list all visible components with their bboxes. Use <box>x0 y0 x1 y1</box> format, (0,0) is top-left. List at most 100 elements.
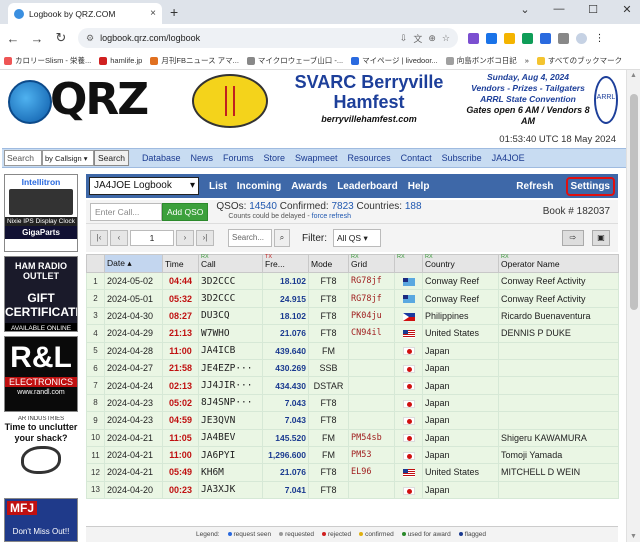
bookmark-item[interactable]: マイページ | livedoor... <box>351 55 438 66</box>
bookmark-item[interactable]: 向島ボンボコ日記 <box>445 55 517 66</box>
site-search-input[interactable]: Search <box>4 150 42 166</box>
bookmark-item[interactable]: マイクロウェーブ山口 -... <box>246 55 343 66</box>
back-icon[interactable]: ← <box>6 31 20 46</box>
table-row[interactable]: 8 2024-04-23 05:02 8J4SNP··· 7.043 FT8 Japan <box>86 393 619 413</box>
table-row[interactable]: 6 2024-04-27 21:58 JE4EZP··· 430.269 SSB Japan <box>86 358 619 378</box>
extension-icon[interactable] <box>468 32 479 44</box>
call-cell[interactable]: JE4EZP··· <box>198 358 263 378</box>
tab-awards[interactable]: Awards <box>291 181 327 192</box>
table-row[interactable]: 1 2024-05-02 04:44 3D2CCC 18.102 FT8 RG78jf Con… <box>86 271 619 291</box>
col-country[interactable]: RX Country <box>422 254 499 273</box>
next-page-icon[interactable]: › <box>176 230 194 246</box>
extension-icon[interactable] <box>540 32 551 44</box>
search-type-select[interactable]: by Callsign ▾ <box>42 150 94 166</box>
bookmark-star-icon[interactable]: ☆ <box>442 33 450 44</box>
nav-resources[interactable]: Resources <box>343 153 396 163</box>
page-number-input[interactable]: 1 <box>130 230 174 246</box>
nav-database[interactable]: Database <box>137 153 186 163</box>
table-row[interactable]: 12 2024-04-21 05:49 KH6M 21.076 FT8 EL96 United… <box>86 463 619 482</box>
confirmed-count[interactable]: 7823 <box>331 201 353 212</box>
bookmark-item[interactable]: カロリーSlism - 栄養... <box>4 55 91 66</box>
call-cell[interactable]: JA4BEV <box>198 428 263 447</box>
ad-intellitron[interactable]: Intellitron Nixie IPS Display Clock Giga… <box>4 174 78 252</box>
bookmark-item[interactable]: hamlife.jp <box>99 56 142 65</box>
call-cell[interactable]: 3D2CCC <box>198 289 263 308</box>
refresh-button[interactable]: Refresh <box>516 181 553 192</box>
call-cell[interactable]: DU3CQ <box>198 306 263 326</box>
logbook-search-input[interactable]: Search... <box>228 229 272 247</box>
nav-news[interactable]: News <box>185 153 218 163</box>
force-refresh-link[interactable]: force refresh <box>312 213 351 220</box>
ad-mfj[interactable]: MFJ Don't Miss Out!! <box>4 498 78 542</box>
enter-call-input[interactable]: Enter Call... <box>90 202 162 221</box>
table-row[interactable]: 13 2024-04-20 00:23 JA3XJK 7.041 FT8 Japan <box>86 480 619 500</box>
tab-leaderboard[interactable]: Leaderboard <box>337 181 398 192</box>
col-grid[interactable]: RX Grid <box>348 254 395 273</box>
table-row[interactable]: 4 2024-04-29 21:13 W7WHO 21.076 FT8 CN94il Unit… <box>86 324 619 343</box>
tab-list[interactable]: List <box>209 181 227 192</box>
minimize-icon[interactable]: — <box>552 3 566 16</box>
qso-count[interactable]: 14540 <box>249 201 277 212</box>
settings-button[interactable]: Settings <box>565 176 615 196</box>
new-tab-icon[interactable]: + <box>170 4 178 20</box>
save-icon[interactable]: ▣ <box>592 230 610 246</box>
nav-forums[interactable]: Forums <box>218 153 259 163</box>
col-operator[interactable]: RX Operator Name <box>498 254 619 273</box>
col-select[interactable] <box>86 254 105 273</box>
export-icon[interactable]: ⇨ <box>562 230 584 246</box>
bookmarks-overflow[interactable]: » <box>525 56 529 65</box>
scroll-down-icon[interactable]: ▼ <box>630 533 637 540</box>
all-bookmarks[interactable]: すべてのブックマーク <box>536 55 622 66</box>
forward-icon[interactable]: → <box>30 31 44 46</box>
bookmark-item[interactable]: 月刊FBニュース アマ... <box>150 55 239 66</box>
call-cell[interactable]: JJ4JIR··· <box>198 376 263 395</box>
table-row[interactable]: 5 2024-04-28 11:00 JA4ICB 439.640 FM Japan <box>86 341 619 360</box>
col-freq[interactable]: TX Fre... <box>262 254 309 273</box>
scroll-up-icon[interactable]: ▲ <box>630 72 637 79</box>
call-cell[interactable]: JE3QVN <box>198 411 263 430</box>
col-time[interactable]: Time <box>162 254 199 273</box>
table-row[interactable]: 9 2024-04-23 04:59 JE3QVN 7.043 FT8 Japan <box>86 411 619 430</box>
tab-incoming[interactable]: Incoming <box>237 181 281 192</box>
nav-contact[interactable]: Contact <box>396 153 437 163</box>
table-row[interactable]: 11 2024-04-21 11:00 JA6PYI 1,296.600 FM PM53 Ja… <box>86 445 619 465</box>
install-icon[interactable]: ⇩ <box>400 33 408 44</box>
site-search-button[interactable]: Search <box>94 150 129 166</box>
call-cell[interactable]: 3D2CCC <box>198 271 263 291</box>
filter-select[interactable]: All QS ▾ <box>333 229 381 247</box>
call-cell[interactable]: KH6M <box>198 463 263 482</box>
col-flag[interactable]: RX <box>394 254 423 273</box>
nav-swapmeet[interactable]: Swapmeet <box>290 153 343 163</box>
event-url[interactable]: berryvillehamfest.com <box>276 114 462 124</box>
svarc-seal[interactable] <box>192 74 268 128</box>
puzzle-icon[interactable] <box>558 32 569 44</box>
extension-icon[interactable] <box>486 32 497 44</box>
col-call[interactable]: RX Call <box>198 254 263 273</box>
call-cell[interactable]: 8J4SNP··· <box>198 393 263 413</box>
call-cell[interactable]: JA3XJK <box>198 480 263 500</box>
reload-icon[interactable]: ↻ <box>54 30 68 46</box>
table-row[interactable]: 10 2024-04-21 11:05 JA4BEV 145.520 FM PM54sb Ja… <box>86 428 619 447</box>
search-icon[interactable]: ⌕ <box>274 229 290 247</box>
nav-store[interactable]: Store <box>259 153 291 163</box>
close-window-icon[interactable]: ✕ <box>620 3 634 16</box>
countries-count[interactable]: 188 <box>405 201 422 212</box>
ad-ar-industries[interactable]: AR INDUSTRIES Time to unclutter your sha… <box>4 416 78 494</box>
scrollbar-thumb[interactable] <box>630 94 638 310</box>
tab-search-icon[interactable]: ⌄ <box>518 3 532 16</box>
nav-subscribe[interactable]: Subscribe <box>437 153 487 163</box>
table-row[interactable]: 7 2024-04-24 02:13 JJ4JIR··· 434.430 DSTAR Jap… <box>86 376 619 395</box>
table-row[interactable]: 2 2024-05-01 05:32 3D2CCC 24.915 FT8 RG78jf Con… <box>86 289 619 308</box>
page-scrollbar[interactable]: ▲ ▼ <box>626 70 640 542</box>
menu-icon[interactable]: ⋮ <box>594 33 605 44</box>
nav-user-callsign[interactable]: JA4JOE <box>487 153 530 163</box>
tab-help[interactable]: Help <box>408 181 430 192</box>
extension-icon[interactable] <box>504 32 515 44</box>
col-mode[interactable]: Mode <box>308 254 349 273</box>
translate-icon[interactable]: 文 <box>413 32 422 45</box>
browser-tab[interactable]: Logbook by QRZ.COM × <box>8 3 162 24</box>
call-cell[interactable]: JA4ICB <box>198 341 263 360</box>
event-title[interactable]: SVARC Berryville Hamfest <box>276 72 462 112</box>
extension-icon[interactable] <box>522 32 533 44</box>
add-qso-button[interactable]: Add QSO <box>162 202 209 221</box>
